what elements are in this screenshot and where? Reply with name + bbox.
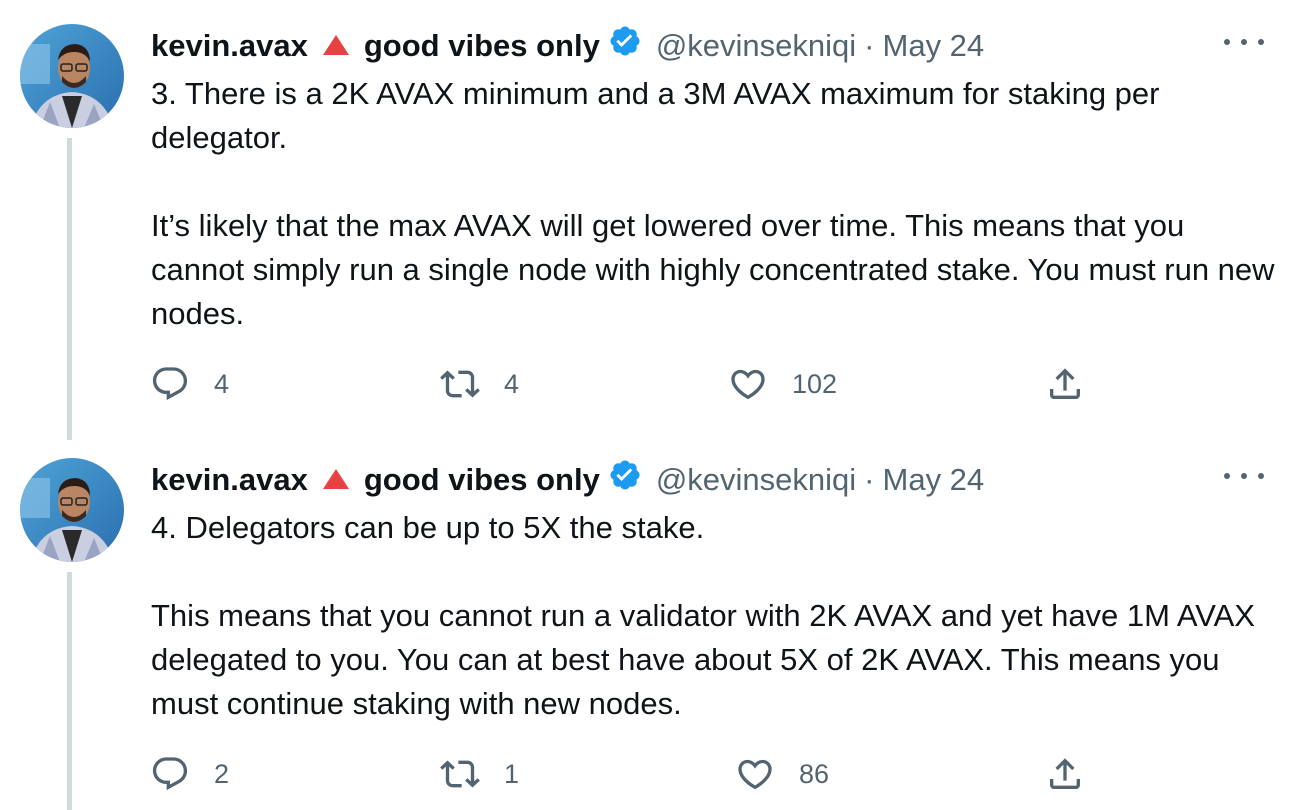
- handle[interactable]: @kevinsekniqi: [656, 460, 856, 500]
- tweet-header: kevin.avax good vibes only @kevinsekniqi…: [151, 26, 984, 66]
- share-icon: [1050, 368, 1080, 399]
- like-icon: [731, 369, 765, 400]
- like-count: 102: [792, 368, 838, 399]
- retweet-button[interactable]: 1: [440, 754, 519, 794]
- display-name-suffix[interactable]: good vibes only: [364, 26, 600, 66]
- retweet-count: 4: [504, 368, 520, 399]
- more-icon[interactable]: [1224, 466, 1264, 486]
- tweet-paragraph: 3. There is a 2K AVAX minimum and a 3M A…: [151, 76, 1160, 155]
- handle[interactable]: @kevinsekniqi: [656, 26, 856, 66]
- separator: ·: [864, 28, 875, 63]
- tweet-actions: 4 4 102: [150, 364, 1250, 404]
- tweet[interactable]: kevin.avax good vibes only @kevinsekniqi…: [0, 24, 1302, 424]
- tweet-text: 4. Delegators can be up to 5X the stake.…: [151, 506, 1281, 726]
- avatar[interactable]: [20, 24, 124, 128]
- more-icon[interactable]: [1224, 32, 1264, 52]
- like-button[interactable]: 102: [728, 364, 837, 404]
- reply-count: 4: [214, 368, 230, 399]
- retweet-icon: [440, 370, 480, 398]
- tweet-header: kevin.avax good vibes only @kevinsekniqi…: [151, 460, 984, 500]
- reply-icon: [152, 757, 188, 791]
- retweet-icon: [440, 760, 480, 788]
- separator: ·: [864, 462, 875, 497]
- reply-icon: [152, 367, 188, 401]
- verified-badge-icon: [608, 24, 642, 68]
- tweet-actions: 2 1 86: [150, 754, 1250, 794]
- tweet-paragraph: It’s likely that the max AVAX will get l…: [151, 208, 1275, 331]
- reply-button[interactable]: 2: [150, 754, 229, 794]
- retweet-button[interactable]: 4: [440, 364, 519, 404]
- like-count: 86: [799, 758, 830, 789]
- tweet-paragraph: 4. Delegators can be up to 5X the stake.: [151, 510, 705, 545]
- avatar[interactable]: [20, 458, 124, 562]
- display-name[interactable]: kevin.avax: [151, 460, 308, 500]
- share-icon: [1050, 758, 1080, 789]
- avalanche-triangle-icon: [322, 26, 350, 66]
- tweet[interactable]: kevin.avax good vibes only @kevinsekniqi…: [0, 458, 1302, 810]
- like-icon: [738, 759, 772, 790]
- share-button[interactable]: [1045, 754, 1085, 794]
- display-name-suffix[interactable]: good vibes only: [364, 460, 600, 500]
- display-name[interactable]: kevin.avax: [151, 26, 308, 66]
- timestamp[interactable]: May 24: [883, 460, 985, 500]
- avalanche-triangle-icon: [322, 460, 350, 500]
- retweet-count: 1: [504, 758, 520, 789]
- reply-button[interactable]: 4: [150, 364, 229, 404]
- share-button[interactable]: [1045, 364, 1085, 404]
- timestamp[interactable]: May 24: [883, 26, 985, 66]
- like-button[interactable]: 86: [735, 754, 829, 794]
- reply-count: 2: [214, 758, 230, 789]
- verified-badge-icon: [608, 458, 642, 502]
- tweet-paragraph: This means that you cannot run a validat…: [151, 598, 1255, 721]
- tweet-text: 3. There is a 2K AVAX minimum and a 3M A…: [151, 72, 1281, 336]
